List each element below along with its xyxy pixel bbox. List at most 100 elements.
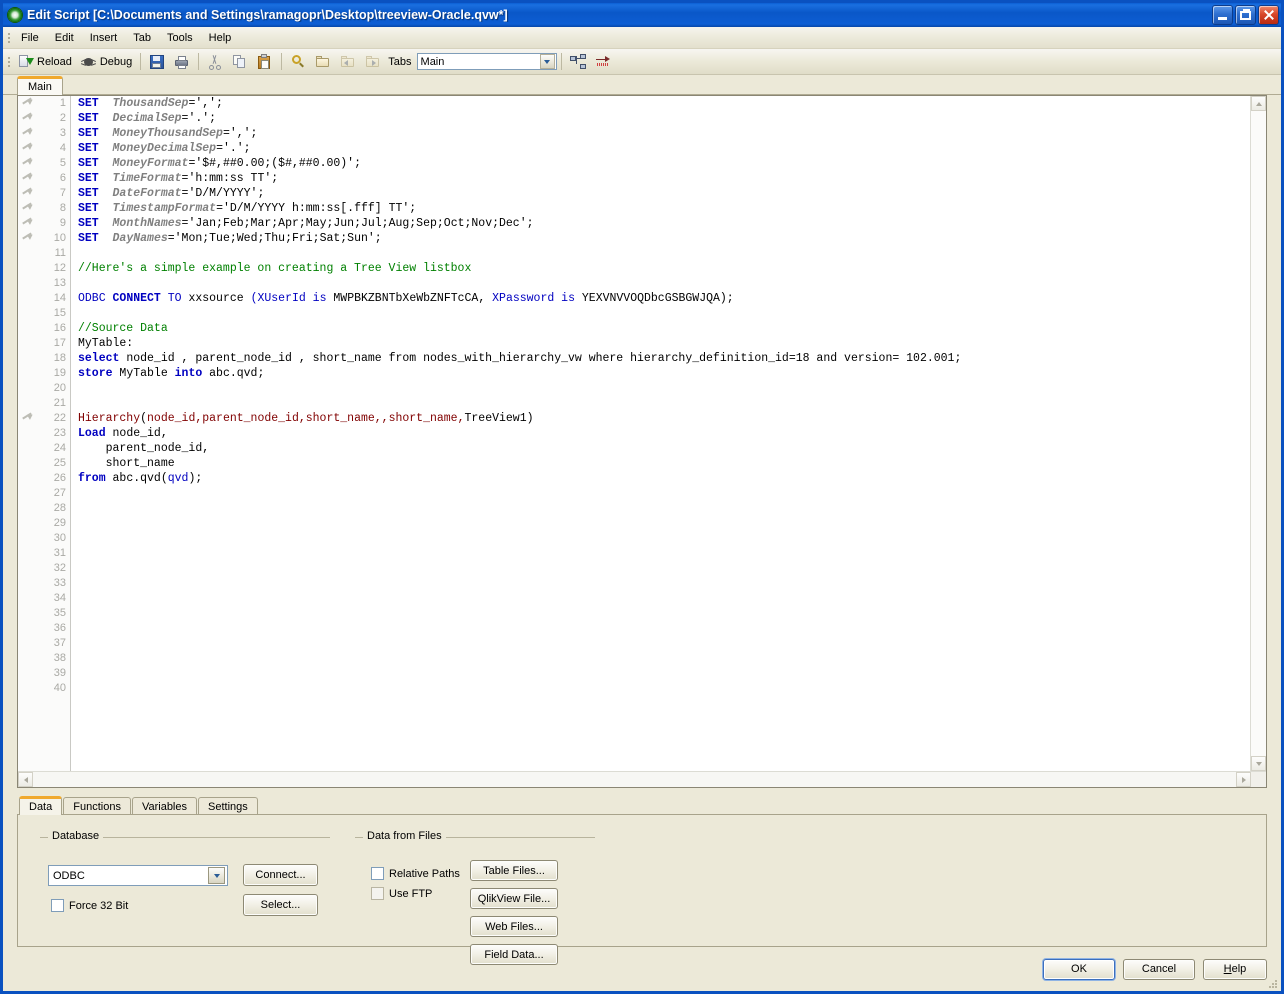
code-line[interactable]: store MyTable into abc.qvd;: [78, 366, 1250, 381]
previous-tab-button[interactable]: [336, 50, 360, 73]
reload-button[interactable]: Reload: [14, 50, 76, 73]
table-files-button[interactable]: Table Files...: [470, 860, 558, 881]
minimize-button[interactable]: [1212, 5, 1233, 25]
force-32-bit-checkbox-row[interactable]: Force 32 Bit: [51, 897, 128, 914]
code-line[interactable]: [78, 501, 1250, 516]
code-line[interactable]: [78, 651, 1250, 666]
comment-button[interactable]: [591, 50, 615, 73]
debug-button[interactable]: Debug: [77, 50, 136, 73]
menu-edit[interactable]: Edit: [47, 30, 82, 46]
scroll-right-button[interactable]: [1236, 772, 1251, 787]
code-line[interactable]: [78, 561, 1250, 576]
code-line[interactable]: SET TimestampFormat='D/M/YYYY h:mm:ss[.f…: [78, 201, 1250, 216]
print-button[interactable]: [170, 50, 194, 73]
search-button[interactable]: [286, 50, 310, 73]
code-line[interactable]: [78, 546, 1250, 561]
cancel-button[interactable]: Cancel: [1123, 958, 1195, 980]
code-line[interactable]: select node_id , parent_node_id , short_…: [78, 351, 1250, 366]
code-line[interactable]: SET MoneyDecimalSep='.';: [78, 141, 1250, 156]
close-button[interactable]: [1258, 5, 1279, 25]
code-line[interactable]: from abc.qvd(qvd);: [78, 471, 1250, 486]
scroll-up-button[interactable]: [1251, 96, 1266, 111]
code-text[interactable]: SET ThousandSep=','; SET DecimalSep='.'; S…: [71, 96, 1250, 771]
tab-settings[interactable]: Settings: [198, 797, 258, 815]
vertical-scroll-track[interactable]: [1251, 111, 1266, 756]
qlikview-file-button[interactable]: QlikView File...: [470, 888, 558, 909]
code-line[interactable]: //Source Data: [78, 321, 1250, 336]
menu-file[interactable]: File: [13, 30, 47, 46]
tab-functions[interactable]: Functions: [63, 797, 131, 815]
tab-data[interactable]: Data: [19, 796, 63, 815]
code-line[interactable]: SET DateFormat='D/M/YYYY';: [78, 186, 1250, 201]
use-ftp-checkbox-row[interactable]: Use FTP: [371, 885, 432, 902]
code-line[interactable]: [78, 621, 1250, 636]
code-line[interactable]: SET DayNames='Mon;Tue;Wed;Thu;Fri;Sat;Su…: [78, 231, 1250, 246]
tab-variables[interactable]: Variables: [131, 797, 197, 815]
tab-selector-combo[interactable]: Main: [416, 53, 557, 70]
database-driver-select[interactable]: ODBC: [48, 865, 228, 886]
code-line[interactable]: Load node_id,: [78, 426, 1250, 441]
script-tab-main[interactable]: Main: [17, 76, 63, 95]
use-ftp-checkbox[interactable]: [371, 887, 384, 900]
resize-grip-icon[interactable]: [1267, 978, 1279, 990]
code-line[interactable]: Hierarchy(node_id,parent_node_id,short_n…: [78, 411, 1250, 426]
code-line[interactable]: SET ThousandSep=',';: [78, 96, 1250, 111]
copy-button[interactable]: [228, 50, 252, 73]
code-line[interactable]: short_name: [78, 456, 1250, 471]
code-line[interactable]: [78, 276, 1250, 291]
code-line[interactable]: [78, 381, 1250, 396]
next-tab-button[interactable]: [361, 50, 385, 73]
select-button[interactable]: Select...: [243, 894, 318, 916]
code-line[interactable]: [78, 486, 1250, 501]
code-line[interactable]: SET MonthNames='Jan;Feb;Mar;Apr;May;Jun;…: [78, 216, 1250, 231]
code-line[interactable]: [78, 591, 1250, 606]
connect-button[interactable]: Connect...: [243, 864, 318, 886]
gutter-blank: [18, 651, 40, 666]
save-button[interactable]: [145, 50, 169, 73]
code-line[interactable]: SET TimeFormat='h:mm:ss TT';: [78, 171, 1250, 186]
code-line[interactable]: [78, 531, 1250, 546]
code-line[interactable]: SET DecimalSep='.';: [78, 111, 1250, 126]
code-line[interactable]: [78, 681, 1250, 696]
code-line[interactable]: [78, 576, 1250, 591]
code-token: SET: [78, 217, 99, 230]
code-line[interactable]: [78, 306, 1250, 321]
web-files-button[interactable]: Web Files...: [470, 916, 558, 937]
editor-horizontal-scrollbar[interactable]: [18, 771, 1266, 787]
relative-paths-checkbox-row[interactable]: Relative Paths: [371, 865, 460, 882]
promote-tab-button[interactable]: [566, 50, 590, 73]
scroll-left-button[interactable]: [18, 772, 33, 787]
code-line[interactable]: [78, 516, 1250, 531]
menu-insert[interactable]: Insert: [82, 30, 126, 46]
code-line[interactable]: SET MoneyFormat='$#,##0.00;($#,##0.00)';: [78, 156, 1250, 171]
code-token: );: [188, 472, 203, 485]
code-line[interactable]: ODBC CONNECT TO xxsource (XUserId is MWP…: [78, 291, 1250, 306]
paste-button[interactable]: [253, 50, 277, 73]
editor-vertical-scrollbar[interactable]: [1250, 96, 1266, 771]
cut-button[interactable]: [203, 50, 227, 73]
chevron-down-icon[interactable]: [208, 867, 225, 884]
scroll-down-button[interactable]: [1251, 756, 1266, 771]
code-area[interactable]: 1 2 3 4 5 6 7 8 9 10 11 12 13 14 15 16 17 18 19 20 21 22 23 24 2…: [18, 96, 1250, 771]
menu-tools[interactable]: Tools: [159, 30, 201, 46]
chevron-up-icon: [1255, 101, 1262, 106]
code-line[interactable]: [78, 636, 1250, 651]
menu-tab[interactable]: Tab: [125, 30, 159, 46]
force-32-bit-checkbox[interactable]: [51, 899, 64, 912]
code-line[interactable]: [78, 666, 1250, 681]
code-line[interactable]: [78, 606, 1250, 621]
maximize-button[interactable]: [1235, 5, 1256, 25]
help-button[interactable]: Help: [1203, 958, 1267, 980]
code-line[interactable]: //Here's a simple example on creating a …: [78, 261, 1250, 276]
breakpoint-gutter[interactable]: [18, 96, 40, 771]
code-line[interactable]: [78, 396, 1250, 411]
code-line[interactable]: parent_node_id,: [78, 441, 1250, 456]
code-line[interactable]: [78, 246, 1250, 261]
relative-paths-checkbox[interactable]: [371, 867, 384, 880]
open-button[interactable]: [311, 50, 335, 73]
ok-button[interactable]: OK: [1043, 958, 1115, 980]
menu-help[interactable]: Help: [201, 30, 240, 46]
code-line[interactable]: MyTable:: [78, 336, 1250, 351]
code-line[interactable]: SET MoneyThousandSep=',';: [78, 126, 1250, 141]
chevron-down-icon[interactable]: [539, 54, 555, 69]
